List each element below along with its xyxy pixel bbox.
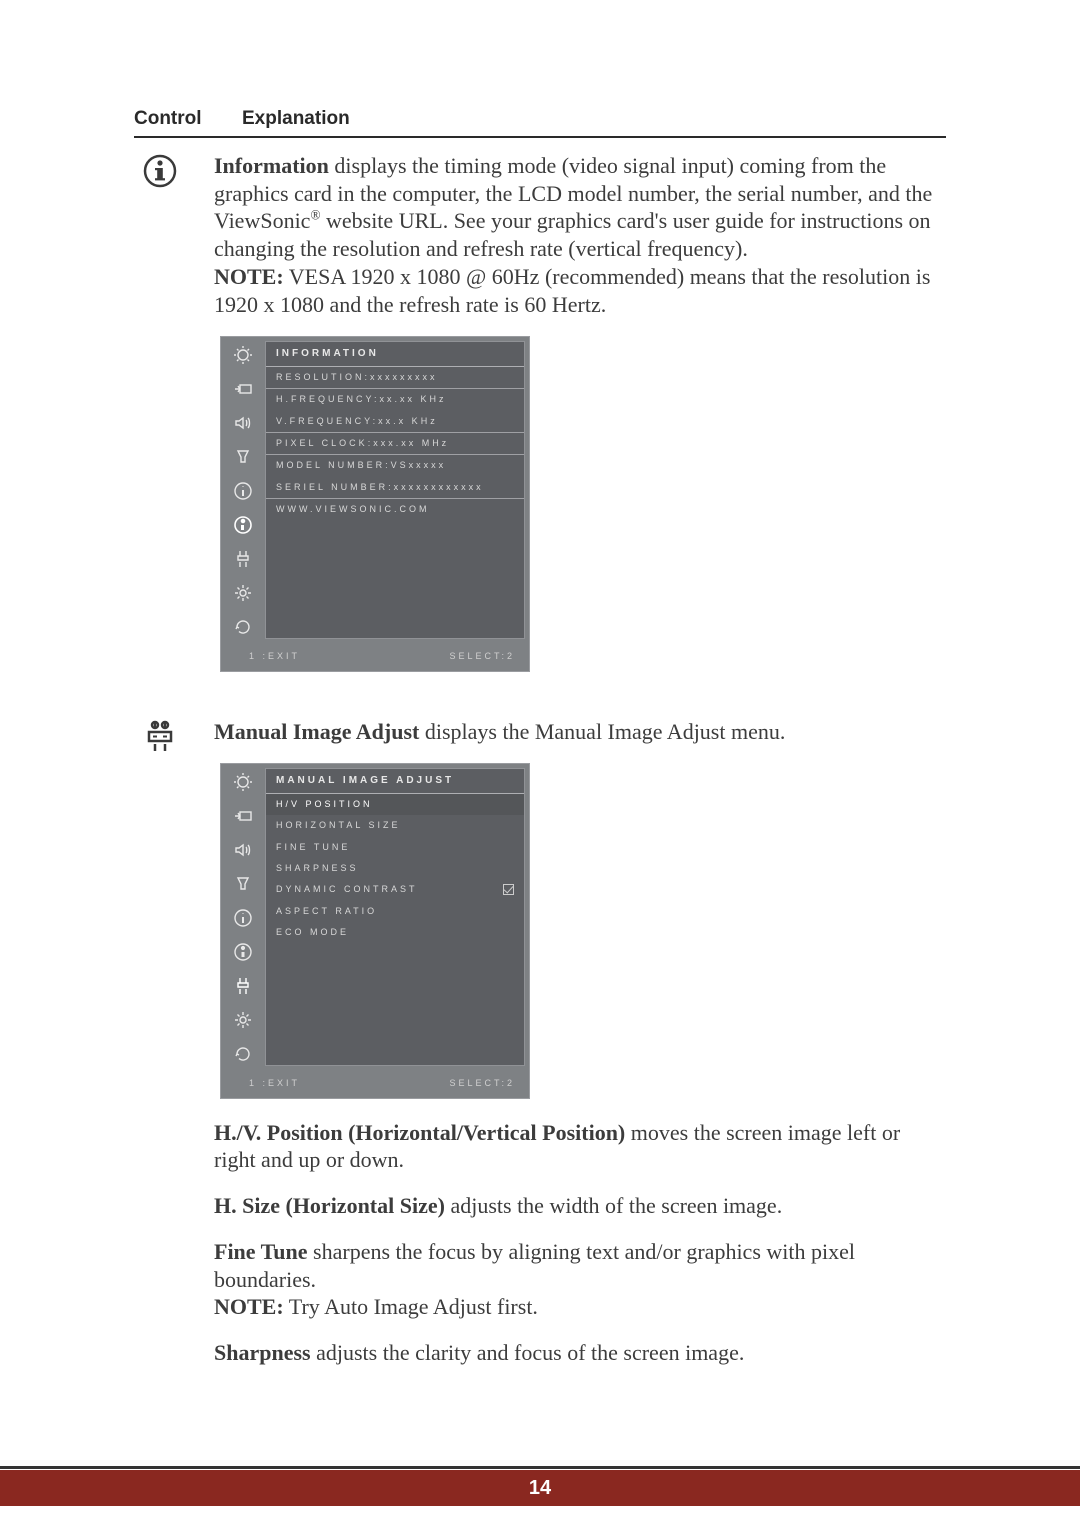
info-menu-icon [233,908,253,928]
row-manual-image-adjust: Manual Image Adjust displays the Manual … [134,718,946,1385]
osd-icon-column [221,764,265,1070]
input-icon [233,806,253,826]
page-content: Control Explanation Information displays… [0,0,1080,1385]
manual-adj-selected-icon [233,976,253,996]
osd-mia-dyn: DYNAMIC CONTRAST [266,879,524,900]
osd-mia-hsize: HORIZONTAL SIZE [266,815,524,836]
osd-mia-sharp: SHARPNESS [266,858,524,879]
input-icon [233,379,253,399]
reset-icon [233,617,253,637]
info-selected-icon [233,515,253,535]
information-paragraph: Information displays the timing mode (vi… [214,152,946,318]
manual-adjust-paragraph: Manual Image Adjust displays the Manual … [214,718,946,746]
osd-mia-title: MANUAL IMAGE ADJUST [266,769,524,794]
osd-select-label: SELECT:2 [449,1078,515,1089]
table-header: Control Explanation [134,108,946,136]
osd-select-label: SELECT:2 [449,651,515,662]
osd-footer: 1 :EXIT SELECT:2 [221,1070,529,1097]
osd-manual-adjust-figure: MANUAL IMAGE ADJUST H/V POSITION HORIZON… [220,763,530,1098]
audio-icon [233,840,253,860]
osd-mia-hv: H/V POSITION [266,794,524,815]
audio-icon [233,413,253,433]
checkbox-on-icon [503,884,514,895]
osd-information-figure: INFORMATION RESOLUTION:xxxxxxxxx H.FREQU… [220,336,530,671]
header-divider [134,136,946,138]
osd-url: WWW.VIEWSONIC.COM [266,499,524,520]
osd-panel: MANUAL IMAGE ADJUST H/V POSITION HORIZON… [265,768,525,1066]
brightness-icon [233,772,253,792]
brightness-icon [233,345,253,365]
col-explanation-header: Explanation [242,108,350,130]
osd-serial: SERIEL NUMBER:xxxxxxxxxxxx [266,477,524,499]
osd-model: MODEL NUMBER:VSxxxxx [266,455,524,476]
color-icon [233,874,253,894]
setup-icon [233,583,253,603]
manual-adjust-icon [134,718,186,1385]
row-information: Information displays the timing mode (vi… [134,152,946,692]
osd-v-freq: V.FREQUENCY:xx.x KHz [266,411,524,433]
osd-footer: 1 :EXIT SELECT:2 [221,643,529,670]
osd-mia-aspect: ASPECT RATIO [266,901,524,922]
osd-title: INFORMATION [266,342,524,367]
note-label: NOTE: [214,264,284,289]
information-title: Information [214,153,329,178]
hv-position-paragraph: H./V. Position (Horizontal/Vertical Posi… [214,1119,946,1174]
osd-exit-label: 1 :EXIT [249,651,300,662]
fine-tune-paragraph: Fine Tune sharpens the focus by aligning… [214,1238,946,1321]
info-icon [233,942,253,962]
setup-icon [233,1010,253,1030]
color-icon [233,447,253,467]
registered-mark: ® [310,208,320,223]
osd-resolution: RESOLUTION:xxxxxxxxx [266,367,524,389]
info-menu-icon [233,481,253,501]
manual-adjust-description: Manual Image Adjust displays the Manual … [214,718,946,1385]
information-description: Information displays the timing mode (vi… [214,152,946,692]
osd-mia-eco: ECO MODE [266,922,524,943]
osd-h-freq: H.FREQUENCY:xx.xx KHz [266,389,524,410]
page-footer: 14 [0,1470,1080,1506]
h-size-paragraph: H. Size (Horizontal Size) adjusts the wi… [214,1192,946,1220]
osd-pixel-clock: PIXEL CLOCK:xxx.xx MHz [266,433,524,455]
osd-icon-column [221,337,265,643]
info-icon [134,152,186,692]
sharpness-paragraph: Sharpness adjusts the clarity and focus … [214,1339,946,1367]
reset-icon [233,1044,253,1064]
osd-panel: INFORMATION RESOLUTION:xxxxxxxxx H.FREQU… [265,341,525,639]
page-number: 14 [529,1477,551,1500]
osd-exit-label: 1 :EXIT [249,1078,300,1089]
col-control-header: Control [134,108,214,130]
osd-mia-fine: FINE TUNE [266,837,524,858]
manual-adj-icon [233,549,253,569]
